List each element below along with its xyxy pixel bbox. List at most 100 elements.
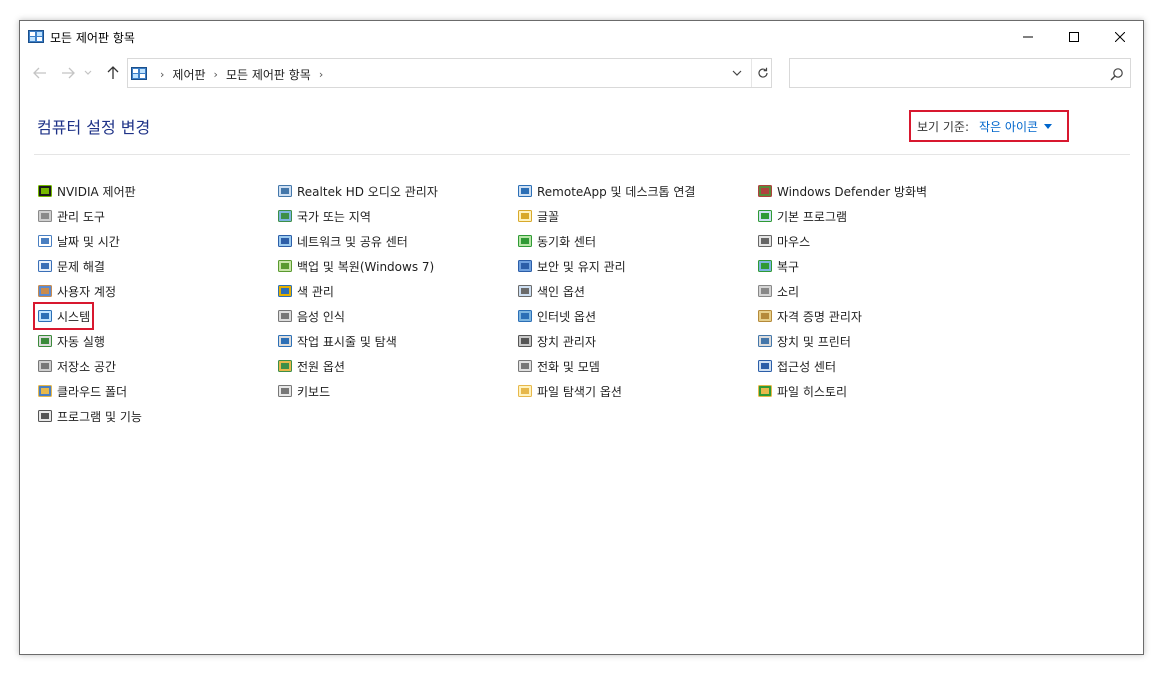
navigation-bar: › 제어판 › 모든 제어판 항목 › (20, 52, 1143, 94)
control-panel-item[interactable]: 파일 탐색기 옵션 (517, 381, 622, 401)
control-panel-item[interactable]: 백업 및 복원(Windows 7) (277, 256, 434, 276)
control-panel-item[interactable]: 기본 프로그램 (757, 206, 847, 226)
item-label: 기본 프로그램 (777, 209, 848, 224)
refresh-icon (757, 67, 768, 78)
close-button[interactable] (1097, 21, 1143, 52)
control-panel-item[interactable]: 키보드 (277, 381, 330, 401)
control-panel-item[interactable]: 글꼴 (517, 206, 559, 226)
credential-icon (758, 310, 772, 322)
device-manager-icon (518, 335, 532, 347)
troubleshoot-icon (38, 260, 52, 272)
monitor-icon (38, 310, 52, 322)
control-panel-item[interactable]: 문제 해결 (37, 256, 105, 276)
control-panel-item[interactable]: 파일 히스토리 (757, 381, 847, 401)
microphone-icon (278, 310, 292, 322)
search-index-icon (518, 285, 532, 297)
control-panel-item[interactable]: 동기화 센터 (517, 231, 596, 251)
control-panel-item[interactable]: 음성 인식 (277, 306, 345, 326)
item-label: 색 관리 (297, 284, 334, 299)
control-panel-item[interactable]: 소리 (757, 281, 799, 301)
nvidia-icon (38, 185, 52, 197)
mouse-icon (758, 235, 772, 247)
control-panel-item[interactable]: NVIDIA 제어판 (37, 181, 136, 201)
control-panel-item[interactable]: 자동 실행 (37, 331, 105, 351)
item-label: Realtek HD 오디오 관리자 (297, 184, 438, 199)
control-panel-item[interactable]: 인터넷 옵션 (517, 306, 596, 326)
title-bar[interactable]: 모든 제어판 항목 (20, 21, 1143, 52)
control-panel-item[interactable]: 자격 증명 관리자 (757, 306, 862, 326)
item-label: 국가 또는 지역 (297, 209, 371, 224)
item-label: 문제 해결 (57, 259, 105, 274)
control-panel-item[interactable]: 보안 및 유지 관리 (517, 256, 626, 276)
control-panel-item[interactable]: 접근성 센터 (757, 356, 836, 376)
dropdown-arrow-icon[interactable] (1044, 123, 1053, 129)
control-panel-item[interactable]: 전원 옵션 (277, 356, 345, 376)
divider (34, 154, 1130, 155)
item-label: 관리 도구 (57, 209, 105, 224)
control-panel-item[interactable]: Windows Defender 방화벽 (757, 181, 927, 201)
item-label: 키보드 (297, 384, 331, 399)
recent-locations-button[interactable] (82, 63, 94, 83)
control-panel-item[interactable]: 관리 도구 (37, 206, 105, 226)
item-label: RemoteApp 및 데스크톱 연결 (537, 184, 696, 199)
address-dropdown-button[interactable] (726, 59, 748, 87)
control-panel-item[interactable]: 장치 및 프린터 (757, 331, 851, 351)
control-panel-item[interactable]: 색 관리 (277, 281, 334, 301)
up-button[interactable] (103, 63, 123, 83)
chevron-down-icon (84, 70, 92, 75)
search-input[interactable] (789, 58, 1131, 88)
forward-button[interactable] (58, 63, 78, 83)
control-panel-item[interactable]: 저장소 공간 (37, 356, 116, 376)
item-label: 장치 및 프린터 (777, 334, 851, 349)
cloud-folder-icon (38, 385, 52, 397)
keyboard-icon (278, 385, 292, 397)
view-by-value[interactable]: 작은 아이콘 (979, 118, 1038, 135)
page-title: 컴퓨터 설정 변경 (37, 118, 151, 137)
minimize-button[interactable] (1005, 21, 1051, 52)
control-panel-item[interactable]: Realtek HD 오디오 관리자 (277, 181, 438, 201)
address-bar[interactable]: › 제어판 › 모든 제어판 항목 › (127, 58, 772, 88)
control-panel-item[interactable]: 네트워크 및 공유 센터 (277, 231, 408, 251)
chevron-down-icon (732, 70, 742, 76)
item-label: 프로그램 및 기능 (57, 409, 142, 424)
power-icon (278, 360, 292, 372)
printer-icon (758, 335, 772, 347)
breadcrumb-separator[interactable]: › (319, 68, 323, 81)
breadcrumb-separator[interactable]: › (214, 68, 218, 81)
control-panel-item[interactable]: 날짜 및 시간 (37, 231, 120, 251)
breadcrumb-separator[interactable]: › (160, 68, 164, 81)
maximize-button[interactable] (1051, 21, 1097, 52)
control-panel-item[interactable]: 클라우드 폴더 (37, 381, 127, 401)
item-label: 파일 히스토리 (777, 384, 848, 399)
control-panel-item[interactable]: 장치 관리자 (517, 331, 596, 351)
control-panel-item[interactable]: 시스템 (32, 302, 95, 330)
item-label: 작업 표시줄 및 탐색 (297, 334, 397, 349)
control-panel-item[interactable]: 색인 옵션 (517, 281, 585, 301)
breadcrumb-control-panel[interactable]: 제어판 (172, 66, 205, 83)
autoplay-icon (38, 335, 52, 347)
item-label: Windows Defender 방화벽 (777, 184, 928, 199)
back-button[interactable] (30, 63, 50, 83)
control-panel-item[interactable]: RemoteApp 및 데스크톱 연결 (517, 181, 695, 201)
breadcrumb-all-items[interactable]: 모든 제어판 항목 (226, 66, 311, 83)
view-by-selector[interactable]: 보기 기준: 작은 아이콘 (909, 110, 1069, 142)
internet-icon (518, 310, 532, 322)
item-label: 파일 탐색기 옵션 (537, 384, 622, 399)
control-panel-item[interactable]: 전화 및 모뎀 (517, 356, 600, 376)
remote-desktop-icon (518, 185, 532, 197)
control-panel-item[interactable]: 사용자 계정 (37, 281, 116, 301)
control-panel-item[interactable]: 국가 또는 지역 (277, 206, 371, 226)
control-panel-item[interactable]: 복구 (757, 256, 799, 276)
control-panel-item[interactable]: 프로그램 및 기능 (37, 406, 142, 426)
item-label: 보안 및 유지 관리 (537, 259, 626, 274)
globe-icon (278, 210, 292, 222)
accessibility-icon (758, 360, 772, 372)
item-label: 저장소 공간 (57, 359, 117, 374)
item-label: 접근성 센터 (777, 359, 837, 374)
view-by-label: 보기 기준: (917, 119, 970, 134)
font-icon (518, 210, 532, 222)
control-panel-item[interactable]: 마우스 (757, 231, 810, 251)
refresh-button[interactable] (751, 59, 773, 87)
item-label: 백업 및 복원(Windows 7) (297, 259, 435, 274)
control-panel-item[interactable]: 작업 표시줄 및 탐색 (277, 331, 397, 351)
